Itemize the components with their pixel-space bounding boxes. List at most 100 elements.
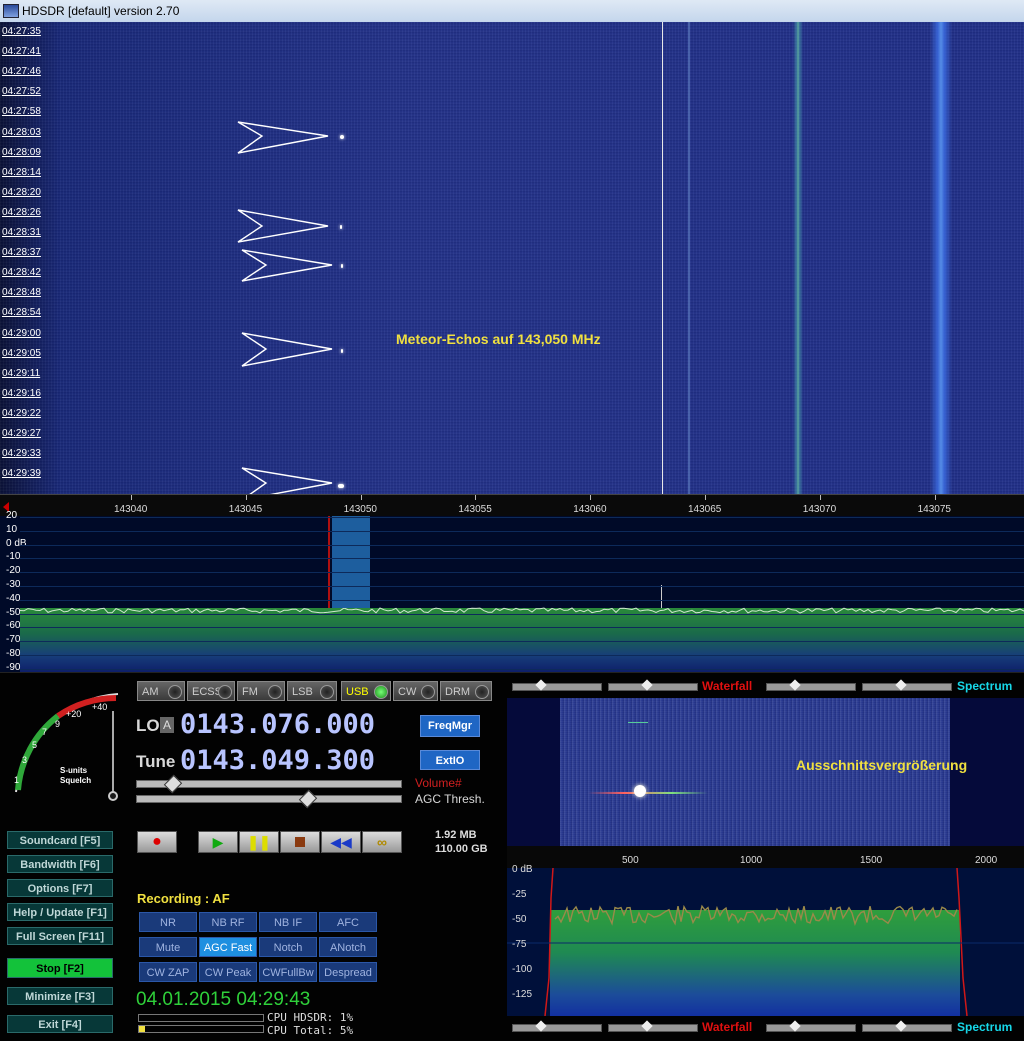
dsp-button-cw-peak[interactable]: CW Peak: [199, 962, 257, 982]
dsp-button-cw-zap[interactable]: CW ZAP: [139, 962, 197, 982]
frequency-tick: 143075: [917, 504, 951, 515]
zoom-spectrum-label: Spectrum: [957, 1020, 1013, 1034]
s-meter: [15, 693, 119, 801]
zoom-slider[interactable]: [608, 679, 698, 691]
dsp-button-anotch[interactable]: ANotch: [319, 937, 377, 957]
dsp-button-afc[interactable]: AFC: [319, 912, 377, 932]
waterfall-tune-cursor[interactable]: [662, 22, 663, 494]
cpu-hdsdr-label: CPU HDSDR: 1%: [267, 1011, 354, 1024]
mode-button-am[interactable]: AM: [137, 681, 185, 701]
spectrum-lo-marker: [661, 585, 662, 608]
arrow-icon: [241, 332, 333, 367]
soundcard-button[interactable]: Soundcard [F5]: [7, 831, 113, 849]
lo-channel-badge[interactable]: A: [160, 717, 174, 733]
zoom-slider[interactable]: [862, 1020, 952, 1032]
mode-button-drm[interactable]: DRM: [440, 681, 492, 701]
mode-indicator-icon: [374, 685, 388, 699]
lo-frequency-display[interactable]: 0143.076.000: [180, 709, 375, 740]
rewind-button[interactable]: ◀◀: [321, 831, 361, 853]
zoom-db-label: 0 dB: [512, 864, 533, 875]
app-icon: [3, 4, 19, 18]
mode-button-fm[interactable]: FM: [237, 681, 285, 701]
mode-button-label: FM: [242, 686, 258, 698]
mode-indicator-icon: [218, 685, 232, 699]
zoom-db-label: -100: [512, 964, 533, 975]
frequency-tick: 143055: [458, 504, 492, 515]
spectrum-db-label: -10: [6, 551, 21, 563]
dsp-button-cwfullbw[interactable]: CWFullBw: [259, 962, 317, 982]
zoom-waterfall-label: Waterfall: [702, 1020, 753, 1034]
mode-indicator-icon: [320, 685, 334, 699]
arrow-icon: [237, 121, 329, 154]
meteor-echo-blip: [340, 225, 342, 229]
spectrum-db-label: -80: [6, 648, 21, 659]
frequency-tick-mark: [475, 495, 477, 500]
dsp-button-despread[interactable]: Despread: [319, 962, 377, 982]
frequency-tick-mark: [819, 495, 821, 500]
spectrum-db-label: 20: [6, 510, 18, 521]
extio-button[interactable]: ExtIO: [420, 750, 480, 770]
spectrum-db-label: -40: [6, 592, 21, 604]
volume-slider[interactable]: [136, 774, 402, 794]
zoom-slider[interactable]: [512, 679, 602, 691]
filter-passband[interactable]: [332, 516, 370, 608]
agc-threshold-slider[interactable]: [136, 789, 402, 809]
zoom-trace-fragment: [628, 722, 648, 723]
freqmgr-button[interactable]: FreqMgr: [420, 715, 480, 737]
mode-button-lsb[interactable]: LSB: [287, 681, 337, 701]
window-title: HDSDR [default] version 2.70: [22, 4, 180, 18]
title-bar: HDSDR [default] version 2.70: [0, 0, 1024, 22]
dsp-button-mute[interactable]: Mute: [139, 937, 197, 957]
loop-button[interactable]: ∞: [362, 831, 402, 853]
zoom-frequency-scale[interactable]: [507, 846, 1024, 868]
pause-button[interactable]: ❚❚: [239, 831, 279, 853]
squelch-title: Squelch: [60, 776, 92, 785]
zoom-slider[interactable]: [608, 1020, 698, 1032]
zoom-scale-tick: 1000: [740, 855, 763, 866]
spectrum-gridline: [20, 530, 1024, 532]
zoom-slider[interactable]: [512, 1020, 602, 1032]
help-update-button[interactable]: Help / Update [F1]: [7, 903, 113, 921]
frequency-tick: 143040: [114, 504, 148, 515]
zoom-slider[interactable]: [766, 1020, 856, 1032]
squelch-knob: [108, 791, 118, 801]
zoom-db-label: -25: [512, 889, 527, 900]
mode-button-usb[interactable]: USB: [341, 681, 391, 701]
stop-button[interactable]: [280, 831, 320, 853]
mode-button-label: CW: [398, 686, 417, 698]
zoom-spectrum-trace: [507, 868, 1024, 1016]
tune-frequency-display[interactable]: 0143.049.300: [180, 745, 375, 776]
dsp-button-notch[interactable]: Notch: [259, 937, 317, 957]
spectrum-db-label: -60: [6, 620, 21, 632]
play-button[interactable]: ▶: [198, 831, 238, 853]
zoom-slider[interactable]: [862, 679, 952, 691]
minimize-button[interactable]: Minimize [F3]: [7, 987, 113, 1005]
frequency-scale[interactable]: 143040 143045 143050 143055 143060 143065 1430…: [0, 494, 1024, 517]
mode-indicator-icon: [168, 685, 182, 699]
meteor-echo-blip: [341, 349, 343, 353]
spectrum-gridline: [20, 655, 1024, 656]
s-meter-label: 9: [55, 719, 61, 729]
full-screen-button[interactable]: Full Screen [F11]: [7, 927, 113, 945]
options-button[interactable]: Options [F7]: [7, 879, 113, 897]
zoom-slider[interactable]: [766, 679, 856, 691]
dsp-button-agc-fast[interactable]: AGC Fast: [199, 937, 257, 957]
spectrum-gridline: [20, 668, 1024, 670]
frequency-tick: 143050: [343, 504, 377, 515]
lo-label: LO: [136, 716, 160, 735]
frequency-tick-mark: [590, 495, 592, 500]
record-button[interactable]: ●: [137, 831, 177, 853]
exit-button[interactable]: Exit [F4]: [7, 1015, 113, 1033]
dsp-button-nb-if[interactable]: NB IF: [259, 912, 317, 932]
stop-button-main[interactable]: Stop [F2]: [7, 958, 113, 978]
spectrum-db-label: -70: [6, 634, 21, 646]
mode-button-cw[interactable]: CW: [393, 681, 438, 701]
cpu-hdsdr-bar: [138, 1014, 264, 1022]
mode-button-ecss[interactable]: ECSS: [187, 681, 235, 701]
bandwidth-button[interactable]: Bandwidth [F6]: [7, 855, 113, 873]
dsp-button-nb-rf[interactable]: NB RF: [199, 912, 257, 932]
frequency-tick-mark: [131, 495, 132, 500]
tune-marker[interactable]: [328, 516, 330, 608]
frequency-tick: 143045: [228, 504, 263, 515]
dsp-button-nr[interactable]: NR: [139, 912, 197, 932]
